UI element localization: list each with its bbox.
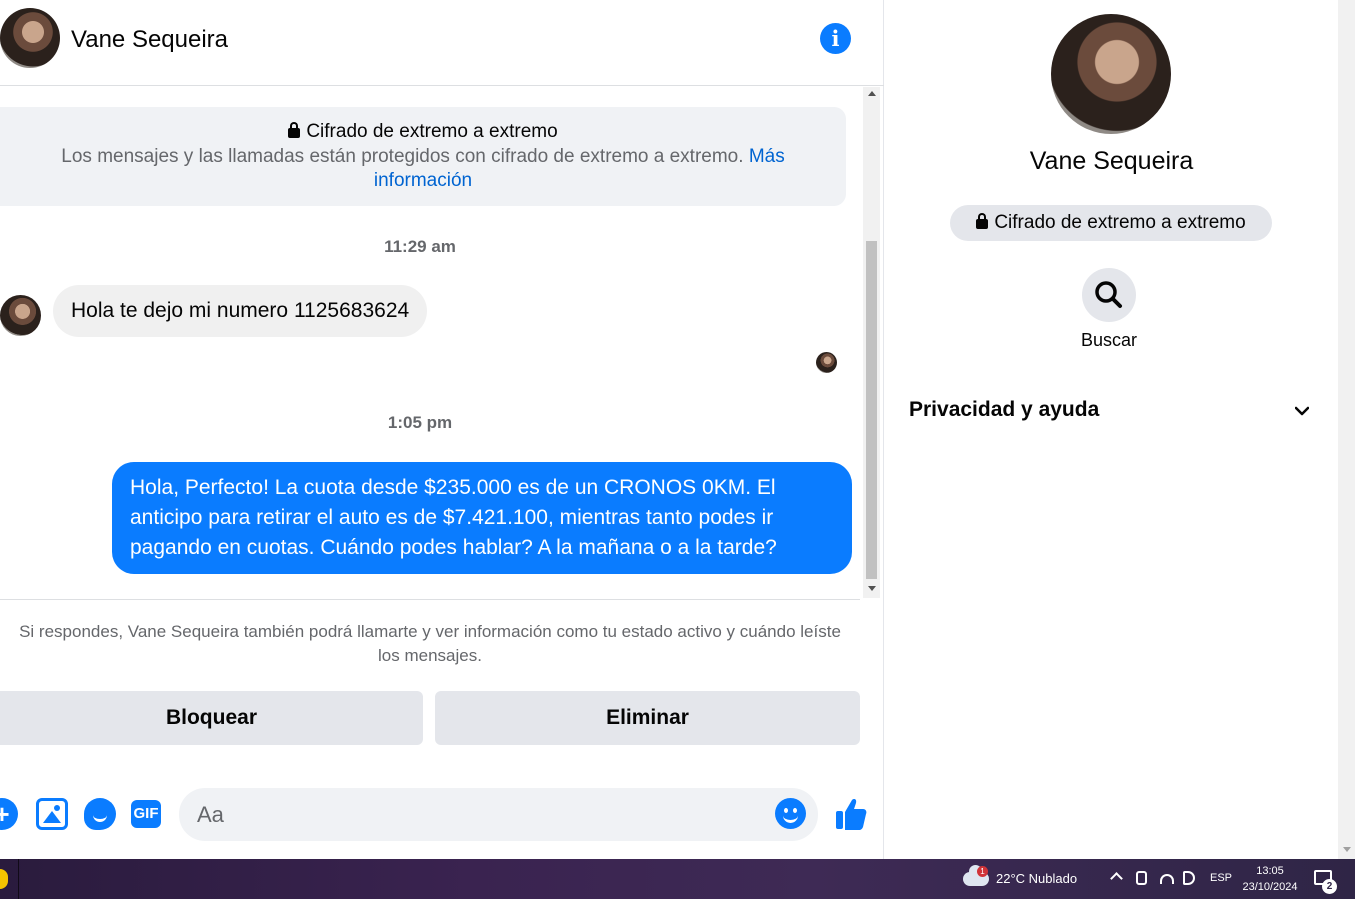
windows-taskbar: 1 22°C Nublado ESP 13:05 23/10/2024 2 bbox=[0, 859, 1355, 899]
clock-date: 23/10/2024 bbox=[1242, 881, 1298, 893]
e2ee-description: Los mensajes y las llamadas están proteg… bbox=[61, 146, 744, 167]
taskbar-app-icon[interactable] bbox=[0, 869, 8, 889]
outgoing-message[interactable]: Hola, Perfecto! La cuota desde $235.000 … bbox=[112, 462, 852, 574]
profile-name[interactable]: Vane Sequeira bbox=[885, 147, 1338, 176]
thumbs-up-icon[interactable] bbox=[835, 797, 867, 831]
e2ee-banner: Cifrado de extremo a extremo Los mensaje… bbox=[0, 107, 846, 206]
scroll-thumb[interactable] bbox=[866, 241, 877, 579]
page-scroll-down-arrow[interactable] bbox=[1343, 847, 1351, 852]
search-icon bbox=[1095, 281, 1122, 308]
notification-count: 2 bbox=[1322, 879, 1337, 894]
chat-header: Vane Sequeira i bbox=[0, 0, 884, 86]
scroll-up-arrow[interactable] bbox=[868, 91, 876, 96]
chevron-down-icon[interactable] bbox=[1295, 404, 1309, 418]
profile-avatar[interactable] bbox=[1051, 14, 1171, 134]
wifi-icon[interactable] bbox=[1160, 874, 1174, 884]
incoming-message[interactable]: Hola te dejo mi numero 1125683624 bbox=[53, 285, 428, 337]
plus-icon[interactable]: + bbox=[0, 798, 18, 830]
e2ee-pill-label: Cifrado de extremo a extremo bbox=[994, 212, 1246, 233]
message-input[interactable]: Aa bbox=[179, 788, 818, 841]
contact-name[interactable]: Vane Sequeira bbox=[71, 26, 228, 54]
info-icon[interactable]: i bbox=[820, 23, 851, 54]
clock[interactable]: 13:05 23/10/2024 bbox=[1238, 863, 1302, 895]
request-notice-text: Si respondes, Vane Sequeira también podr… bbox=[19, 622, 841, 665]
message-scrollbar[interactable] bbox=[863, 87, 880, 598]
meet-icon[interactable] bbox=[1136, 871, 1147, 885]
photo-icon[interactable] bbox=[36, 798, 68, 830]
app-root: Vane Sequeira i Cifrado de extremo a ext… bbox=[0, 0, 1355, 899]
block-button[interactable]: Bloquear bbox=[0, 691, 423, 745]
message-placeholder: Aa bbox=[197, 802, 224, 827]
chat-pane: Vane Sequeira i Cifrado de extremo a ext… bbox=[0, 0, 884, 859]
search-label[interactable]: Buscar bbox=[885, 330, 1333, 351]
request-notice: Si respondes, Vane Sequeira también podr… bbox=[0, 599, 860, 668]
sticker-icon[interactable] bbox=[84, 798, 116, 830]
weather-badge: 1 bbox=[977, 866, 988, 877]
scroll-down-arrow[interactable] bbox=[868, 586, 876, 591]
chevron-up-icon[interactable] bbox=[1110, 872, 1123, 885]
message-timestamp: 1:05 pm bbox=[387, 413, 453, 432]
sender-avatar[interactable] bbox=[0, 295, 41, 336]
search-button[interactable] bbox=[1082, 268, 1136, 322]
e2ee-pill[interactable]: Cifrado de extremo a extremo bbox=[950, 205, 1272, 241]
profile-pane: Vane Sequeira Cifrado de extremo a extre… bbox=[885, 0, 1338, 859]
delete-button[interactable]: Eliminar bbox=[435, 691, 860, 745]
privacy-help-section[interactable]: Privacidad y ayuda bbox=[909, 398, 1099, 422]
lock-icon bbox=[288, 122, 301, 138]
seen-avatar bbox=[816, 352, 837, 373]
emoji-icon[interactable] bbox=[775, 798, 806, 829]
clock-time: 13:05 bbox=[1256, 865, 1284, 877]
message-list: Cifrado de extremo a extremo Los mensaje… bbox=[0, 87, 884, 598]
gif-icon[interactable]: GIF bbox=[131, 800, 161, 828]
lock-icon bbox=[976, 213, 989, 229]
message-timestamp: 11:29 am bbox=[384, 237, 456, 256]
language-indicator[interactable]: ESP bbox=[1210, 872, 1232, 884]
weather-text[interactable]: 22°C Nublado bbox=[996, 871, 1077, 886]
page-scrollbar[interactable] bbox=[1338, 0, 1355, 859]
e2ee-title: Cifrado de extremo a extremo bbox=[306, 121, 558, 142]
contact-avatar[interactable] bbox=[0, 8, 60, 68]
volume-icon[interactable] bbox=[1183, 871, 1195, 885]
